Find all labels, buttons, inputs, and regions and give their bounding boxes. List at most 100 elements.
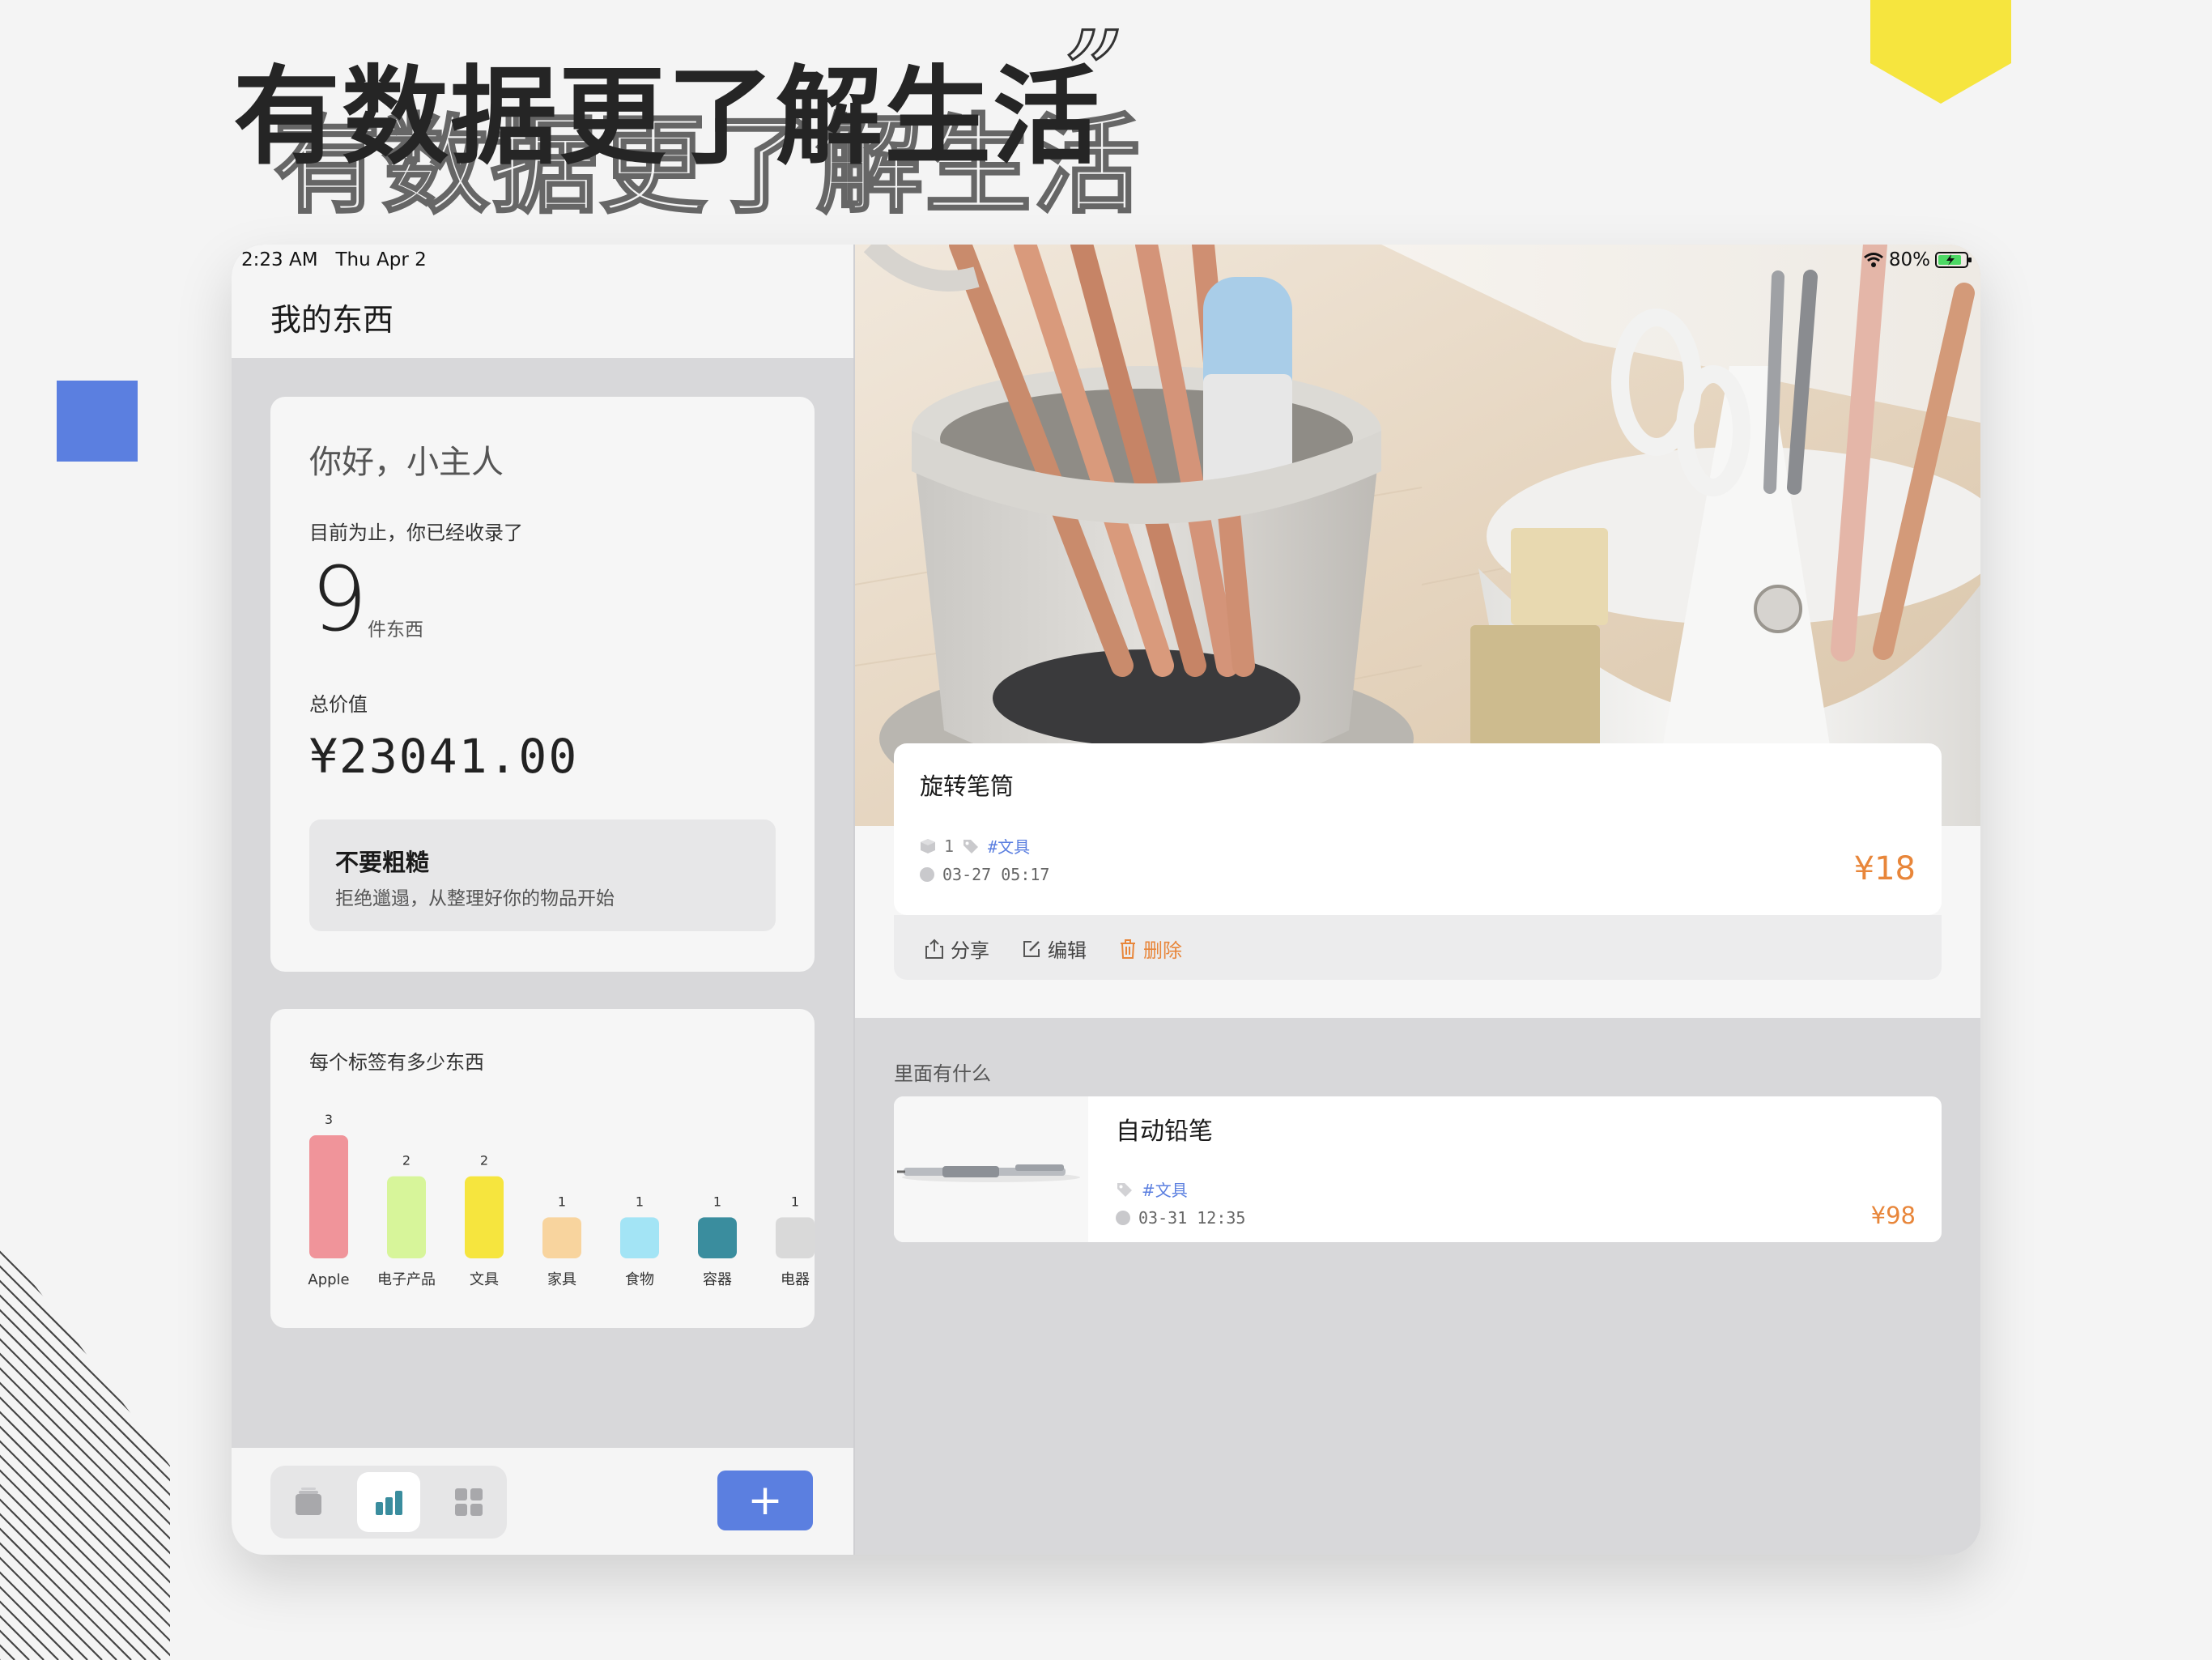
- list-item-date: 03-31 12:35: [1138, 1208, 1246, 1228]
- summary-card: 你好，小主人 目前为止，你已经收录了 9 件东西 总价值 ¥23041.00 不…: [270, 397, 815, 972]
- contents-section-label: 里面有什么: [894, 1062, 991, 1085]
- chart-bar: [542, 1217, 581, 1258]
- chart-category-label: Apple: [308, 1271, 349, 1288]
- status-time: 2:23 AM Thu Apr 2: [241, 249, 427, 270]
- tablet-screen: 2:23 AM Thu Apr 2 我的东西 你好，小主人 目前为止，你已经收录…: [232, 245, 1980, 1555]
- chart-icon: [376, 1491, 402, 1515]
- tab-statistics[interactable]: [357, 1472, 420, 1532]
- total-value-label: 总价值: [309, 693, 368, 716]
- cube-icon: [921, 838, 935, 853]
- item-date: 03-27 05:17: [942, 865, 1050, 884]
- battery-percent: 80%: [1888, 249, 1930, 270]
- sidebar-header: 2:23 AM Thu Apr 2 我的东西: [232, 245, 853, 358]
- motto-title: 不要粗糙: [335, 849, 430, 876]
- status-date: Thu Apr 2: [335, 249, 427, 270]
- status-indicators: 80%: [1863, 249, 1972, 270]
- headline: 有数据更了解生活 有数据更了解生活: [233, 55, 1205, 228]
- stripe-line: [88, 1239, 170, 1660]
- delete-button[interactable]: 删除: [1119, 934, 1182, 963]
- item-tag[interactable]: #文具: [988, 834, 1030, 858]
- list-item[interactable]: 自动铅笔 #文具 03-31 12:35 ¥98: [894, 1096, 1942, 1242]
- chart-value-label: 3: [325, 1112, 333, 1127]
- stripes-decoration: [0, 1239, 170, 1660]
- sidebar: 2:23 AM Thu Apr 2 我的东西 你好，小主人 目前为止，你已经收录…: [232, 245, 853, 1555]
- list-item-date-row: 03-31 12:35: [1116, 1208, 1245, 1228]
- stripe-line: [147, 1239, 170, 1660]
- item-price: ¥18: [1853, 850, 1916, 887]
- stripe-line: [1, 1239, 170, 1660]
- delete-label: 删除: [1143, 939, 1182, 962]
- share-button[interactable]: 分享: [925, 934, 989, 963]
- chart-bar: [620, 1217, 659, 1258]
- item-quantity: 1: [944, 836, 955, 856]
- tab-items[interactable]: [277, 1472, 340, 1532]
- tab-grid[interactable]: [437, 1472, 500, 1532]
- item-photo: [855, 245, 1980, 826]
- item-name: 旋转笔筒: [920, 773, 1015, 800]
- yellow-decoration: [1870, 0, 2011, 104]
- chart-value-label: 1: [558, 1194, 566, 1209]
- item-info-card: 旋转笔筒 1 #文具 03-27 05:17 ¥18: [894, 743, 1942, 915]
- stripe-line: [45, 1239, 170, 1660]
- item-thumbnail: [894, 1096, 1088, 1242]
- chart-value-label: 2: [480, 1153, 488, 1168]
- clock-icon: [920, 867, 934, 882]
- chart-bar: [465, 1176, 504, 1258]
- chart-category-label: 电子产品: [377, 1271, 436, 1288]
- tag-icon: [963, 839, 979, 853]
- chart-value-label: 1: [636, 1194, 644, 1209]
- add-item-button[interactable]: +: [717, 1471, 813, 1530]
- tag-chart-card: 3 Apple 2 电子产品 2 文具 1 家具 1 食物 1 容器 1 电器 每个标签有多少东西: [270, 1009, 815, 1328]
- chart-value-label: 1: [713, 1194, 721, 1209]
- item-meta-row: 1 #文具: [920, 834, 1030, 858]
- headline-text: 有数据更了解生活: [233, 55, 1101, 180]
- item-actions: 分享 编辑 删除: [894, 915, 1942, 980]
- chart-bar: [698, 1217, 737, 1258]
- wifi-icon: [1863, 253, 1883, 267]
- share-label: 分享: [951, 939, 989, 962]
- tab-group: [270, 1466, 507, 1539]
- chart-bar: [309, 1135, 348, 1258]
- item-date-row: 03-27 05:17: [920, 865, 1049, 884]
- item-count-unit: 件东西: [368, 619, 423, 641]
- blue-decoration-square: [57, 381, 138, 462]
- chart-value-label: 2: [402, 1153, 410, 1168]
- bottom-tabbar: +: [232, 1448, 853, 1555]
- share-icon: [925, 939, 943, 959]
- edit-label: 编辑: [1048, 939, 1087, 962]
- chart-category-label: 食物: [625, 1271, 654, 1288]
- chart-bar: [776, 1217, 815, 1258]
- chart-category-label: 容器: [703, 1271, 732, 1288]
- clock-icon: [1116, 1211, 1130, 1225]
- collected-label: 目前为止，你已经收录了: [309, 521, 523, 544]
- total-value: ¥23041.00: [309, 729, 579, 784]
- chart-category-label: 文具: [470, 1271, 499, 1288]
- quote-mark-icon: ”: [1061, 6, 1126, 147]
- stripe-line: [0, 1239, 117, 1660]
- chart-category-label: 电器: [781, 1271, 810, 1288]
- trash-icon: [1121, 939, 1135, 959]
- item-detail: 80% 旋转笔筒 1 #文具 03-27 05:17 ¥18 分享 编辑 删除: [855, 245, 1980, 1018]
- item-count: 9: [311, 547, 368, 651]
- detail-panel: 80% 旋转笔筒 1 #文具 03-27 05:17 ¥18 分享 编辑 删除 …: [855, 245, 1980, 1555]
- chart-value-label: 1: [791, 1194, 799, 1209]
- chart-bar: [387, 1176, 426, 1258]
- stripe-line: [103, 1239, 170, 1660]
- status-clock: 2:23 AM: [241, 249, 318, 270]
- grid-icon: [455, 1488, 483, 1516]
- edit-button[interactable]: 编辑: [1022, 934, 1087, 963]
- greeting-text: 你好，小主人: [309, 444, 504, 481]
- chart-title: 每个标签有多少东西: [309, 1051, 484, 1074]
- list-item-tag[interactable]: #文具: [1142, 1177, 1188, 1201]
- battery-icon: [1935, 252, 1972, 268]
- page-title: 我的东西: [270, 302, 394, 338]
- list-item-name: 自动铅笔: [1116, 1117, 1213, 1146]
- edit-icon: [1023, 940, 1040, 957]
- box-icon: [296, 1488, 321, 1515]
- motto-subtitle: 拒绝邋遢，从整理好你的物品开始: [335, 888, 615, 909]
- list-item-price: ¥98: [1870, 1202, 1916, 1229]
- motto-banner: 不要粗糙 拒绝邋遢，从整理好你的物品开始: [309, 819, 776, 931]
- stripe-line: [0, 1239, 88, 1660]
- tag-icon: [1117, 1182, 1132, 1197]
- chart-category-label: 家具: [547, 1271, 576, 1288]
